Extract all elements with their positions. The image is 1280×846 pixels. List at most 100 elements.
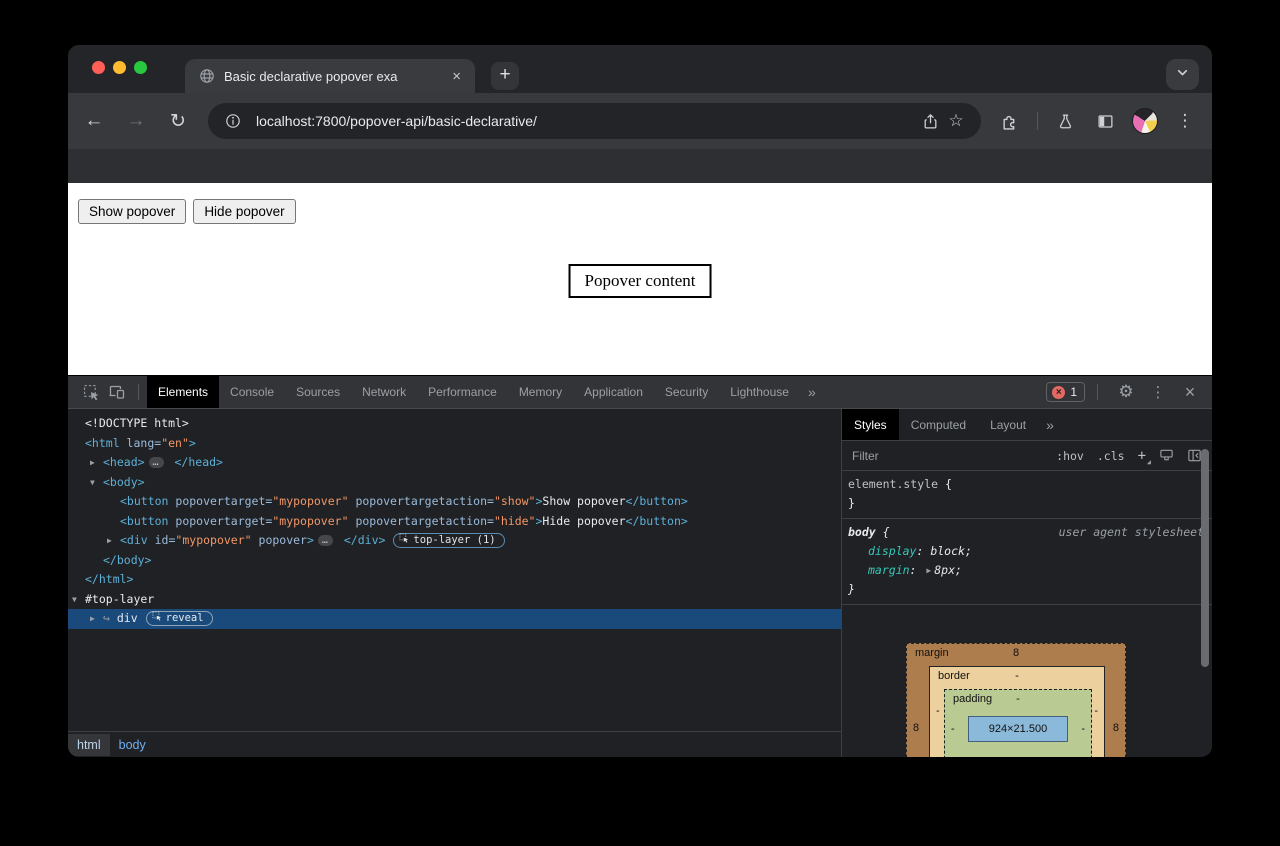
back-button[interactable]: ← [82,109,106,133]
browser-menu-kebab-icon[interactable]: ⋮ [1172,108,1198,134]
side-panel-icon[interactable] [1092,108,1118,134]
reload-button[interactable]: ↻ [166,109,190,133]
style-property-display[interactable]: display: block; [848,542,1212,561]
experiments-flask-icon[interactable] [1052,108,1078,134]
styles-filter-input[interactable]: Filter [852,449,1043,463]
border-left-value[interactable]: - [936,705,940,717]
tab-search-button[interactable] [1166,59,1199,90]
devtools-tab-performance[interactable]: Performance [417,376,508,408]
code-token: popovertarget [168,494,265,508]
devtools-tab-security[interactable]: Security [654,376,719,408]
expand-arrow-closed-icon[interactable]: ▶ [90,453,103,473]
hide-popover-button[interactable]: Hide popover [193,199,295,224]
tree-line[interactable]: <html lang="en"> [68,434,841,454]
show-popover-button[interactable]: Show popover [78,199,186,224]
minimize-window-button[interactable] [113,61,126,74]
reveal-badge[interactable]: reveal [146,611,213,626]
box-model-padding[interactable]: padding - - - - 924×21.500 [944,689,1092,757]
expand-arrow-closed-icon[interactable]: ▶ [90,609,103,629]
rule-selector[interactable]: body [848,525,876,539]
devtools-tab-sources[interactable]: Sources [285,376,351,408]
inspect-element-icon[interactable] [78,380,104,404]
devtools-tab-application[interactable]: Application [573,376,654,408]
devtools-tab-console[interactable]: Console [219,376,285,408]
tree-line[interactable]: </html> [68,570,841,590]
devtools-close-icon[interactable]: × [1178,380,1202,404]
expand-arrow-closed-icon[interactable]: ▶ [107,531,120,551]
url-bar[interactable]: localhost:7800/popover-api/basic-declara… [208,103,981,139]
box-model-content[interactable]: 924×21.500 [968,716,1068,742]
styles-tab-styles[interactable]: Styles [842,409,899,440]
zoom-window-button[interactable] [134,61,147,74]
tree-line[interactable]: ▶<head>… </head> [68,453,841,473]
tree-line[interactable]: <button popovertarget="mypopover" popove… [68,512,841,532]
styles-tab-bar: StylesComputedLayout» [842,409,1212,441]
bookmark-star-icon[interactable]: ☆ [943,108,969,134]
profile-avatar[interactable] [1132,108,1158,134]
box-model-margin[interactable]: margin 8 8 8 border - - - padding [906,643,1126,757]
property-value[interactable]: 8px; [934,563,962,577]
more-panels-chevrons[interactable]: » [800,384,824,400]
padding-right-value[interactable]: - [1081,723,1085,735]
collapsed-content-ellipsis-badge[interactable]: … [149,457,164,468]
extensions-icon[interactable] [997,108,1023,134]
padding-top-value[interactable]: - [945,693,1091,705]
top-layer-badge[interactable]: top-layer (1) [393,533,504,548]
box-model-border[interactable]: border - - - padding - - - - [929,666,1105,757]
code-token: "mypopover" [272,494,348,508]
tree-line[interactable]: ▼#top-layer [68,590,841,610]
border-right-value[interactable]: - [1094,705,1098,717]
devtools-settings-gear-icon[interactable]: ⚙ [1114,380,1138,404]
plus-caret-icon: ◢ [1147,458,1151,466]
styles-tab-computed[interactable]: Computed [899,409,978,440]
share-icon[interactable] [917,108,943,134]
padding-left-value[interactable]: - [951,723,955,735]
browser-tab[interactable]: Basic declarative popover exa × [185,59,475,93]
devtools-tab-memory[interactable]: Memory [508,376,573,408]
tree-line[interactable]: ▶<div id="mypopover" popover>… </div>top… [68,531,841,551]
property-expand-arrow-icon[interactable]: ▶ [926,566,931,575]
popover-content-box: Popover content [569,264,712,298]
rendering-brush-icon[interactable] [1159,448,1174,463]
style-property-margin[interactable]: margin: ▶8px; [848,561,1212,580]
devtools-tab-lighthouse[interactable]: Lighthouse [719,376,800,408]
collapsed-content-ellipsis-badge[interactable]: … [318,535,333,546]
forward-button[interactable]: → [124,109,148,133]
tree-line[interactable]: <button popovertarget="mypopover" popove… [68,492,841,512]
tree-line[interactable]: ▶↪ divreveal [68,609,841,629]
border-top-value[interactable]: - [930,670,1104,682]
styles-scrollbar-thumb[interactable] [1201,449,1209,667]
tree-line[interactable]: <!DOCTYPE html> [68,414,841,434]
tab-close-icon[interactable]: × [448,68,465,85]
class-toggle[interactable]: .cls [1097,449,1125,463]
styles-tab-layout[interactable]: Layout [978,409,1038,440]
dock-sidebar-icon[interactable] [1187,448,1202,463]
new-style-rule-button[interactable]: +◢ [1138,448,1146,464]
new-tab-button[interactable]: + [491,62,519,90]
close-window-button[interactable] [92,61,105,74]
margin-left-value[interactable]: 8 [913,722,919,734]
property-name[interactable]: margin [868,563,910,577]
titlebar: Basic declarative popover exa × + [68,45,1212,93]
tree-line[interactable]: </body> [68,551,841,571]
breadcrumb-html[interactable]: html [68,734,110,756]
devtools-tab-network[interactable]: Network [351,376,417,408]
expand-arrow-open-icon[interactable]: ▼ [90,473,103,493]
rule-selector[interactable]: element.style [848,477,938,491]
tree-line[interactable]: ▼<body> [68,473,841,493]
padding-bottom-value[interactable]: - [945,754,1091,757]
margin-top-value[interactable]: 8 [907,647,1125,659]
property-name[interactable]: display [868,544,916,558]
margin-right-value[interactable]: 8 [1113,722,1119,734]
console-error-badge[interactable]: × 1 [1046,382,1085,402]
breadcrumb-body[interactable]: body [110,734,155,756]
expand-arrow-open-icon[interactable]: ▼ [72,590,85,610]
devtools-menu-kebab-icon[interactable]: ⋮ [1146,380,1170,404]
url-text[interactable]: localhost:7800/popover-api/basic-declara… [256,113,917,129]
more-style-tabs-chevrons[interactable]: » [1038,417,1062,433]
pseudo-state-toggle[interactable]: :hov [1056,449,1084,463]
devtools-tab-elements[interactable]: Elements [147,376,219,408]
site-info-icon[interactable] [220,108,246,134]
property-value[interactable]: block; [930,544,972,558]
device-toolbar-icon[interactable] [104,380,130,404]
